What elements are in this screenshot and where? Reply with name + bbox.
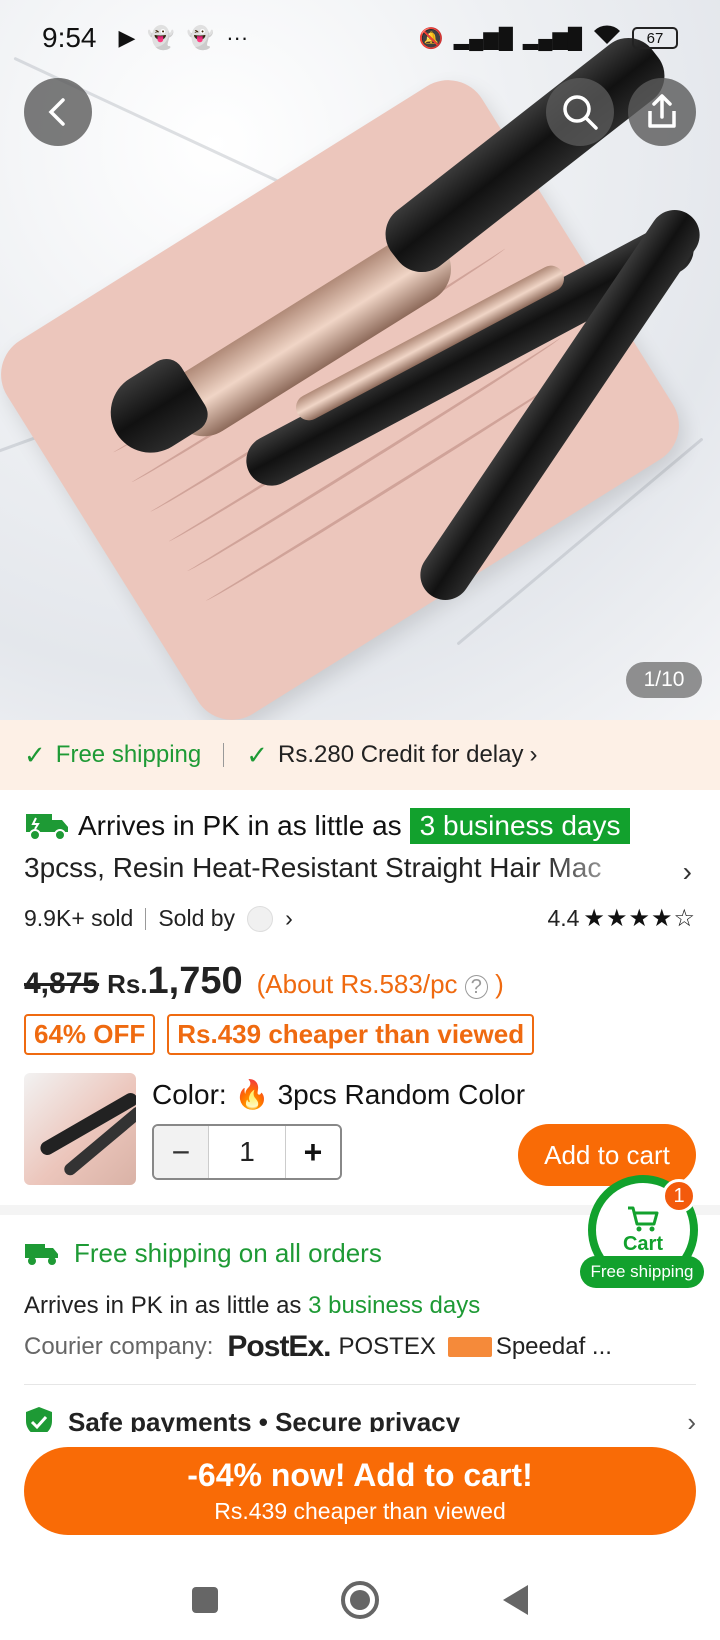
discount-tag: 64% OFF — [24, 1014, 156, 1055]
decrease-button[interactable]: − — [154, 1126, 208, 1178]
currency: Rs. — [107, 969, 148, 999]
cta-sub-label: Rs.439 cheaper than viewed — [214, 1498, 506, 1524]
postex-logo: PostEx. — [227, 1330, 331, 1363]
recents-icon[interactable] — [190, 1585, 220, 1615]
mute-icon: 🔕 — [418, 27, 444, 50]
sales-rating-row: 9.9K+ sold Sold by › 4.4 ★★★★☆ — [24, 904, 696, 933]
snapchat-icon: 👻 — [147, 25, 175, 50]
search-button[interactable] — [546, 78, 614, 146]
chevron-right-icon[interactable]: › — [683, 856, 692, 888]
courier-label: Courier company: — [24, 1333, 214, 1360]
rating[interactable]: 4.4 ★★★★☆ — [547, 904, 696, 933]
home-icon[interactable] — [340, 1580, 380, 1620]
seller-logo[interactable] — [247, 905, 274, 932]
more-icon: ··· — [226, 25, 249, 50]
shipping-days: 3 business days — [308, 1292, 481, 1319]
cheaper-tag: Rs.439 cheaper than viewed — [167, 1014, 535, 1055]
shipping-title-row: Free shipping on all orders — [24, 1238, 382, 1269]
arrive-days-highlight: 3 business days — [409, 808, 631, 844]
delivery-truck-icon — [25, 1243, 58, 1265]
add-to-cart-button[interactable]: Add to cart — [518, 1124, 696, 1186]
signal-icon: ▂▄▆█ — [453, 27, 513, 50]
wifi-icon — [592, 24, 622, 52]
back-nav-icon[interactable] — [500, 1583, 530, 1617]
share-button[interactable] — [628, 78, 696, 146]
snapchat-icon-2: 👻 — [186, 25, 215, 50]
signal-icon-2: ▂▄▆█ — [522, 27, 582, 50]
speedaf-logo — [447, 1337, 492, 1357]
courier-speedaf: Speedaf ... — [495, 1333, 612, 1360]
quantity-stepper: − 1 + — [152, 1124, 342, 1180]
share-icon — [648, 94, 676, 128]
color-selector[interactable]: Color: 🔥 3pcs Random Color — [152, 1078, 525, 1111]
rating-value: 4.4 — [547, 905, 580, 931]
arrive-text: Arrives in PK in as little as — [78, 810, 402, 841]
status-time: 9:54 — [42, 22, 97, 53]
courier-row: Courier company: PostEx. POSTEX Speedaf … — [24, 1330, 612, 1364]
price-row: 4,875 Rs. 1,750 (About Rs.583/pc ? ) — [24, 960, 504, 1003]
back-button[interactable] — [24, 78, 92, 146]
increase-button[interactable]: + — [286, 1126, 340, 1178]
star-icons: ★★★★☆ — [583, 905, 696, 932]
unit-price: (About Rs.583/pc ? ) — [256, 969, 504, 999]
sale-price: 1,750 — [147, 960, 243, 1002]
search-icon — [563, 95, 598, 130]
shipping-title: Free shipping on all orders — [74, 1238, 382, 1268]
sold-by-label: Sold by — [158, 905, 236, 931]
arrival-info: Arrives in PK in as little as 3 business… — [24, 808, 631, 844]
cart-label: Cart — [622, 1232, 663, 1255]
shipping-arrival: Arrives in PK in as little as 3 business… — [24, 1292, 481, 1319]
play-icon: ▶ — [118, 25, 136, 50]
credit-label: Rs.280 Credit for delay — [278, 741, 524, 768]
cart-icon — [628, 1206, 659, 1231]
cart-free-shipping-pill: Free shipping — [580, 1256, 704, 1288]
cta-add-to-cart-button[interactable]: -64% now! Add to cart! Rs.439 cheaper th… — [24, 1447, 696, 1535]
battery-icon: 67 — [632, 27, 678, 49]
cta-main-label: -64% now! Add to cart! — [187, 1457, 533, 1493]
quantity-value[interactable]: 1 — [208, 1126, 286, 1178]
chevron-right-icon: › — [529, 741, 538, 768]
color-label: Color: — [152, 1078, 227, 1110]
chevron-right-icon[interactable]: › — [285, 905, 293, 932]
check-icon: ✓ — [24, 739, 46, 770]
variant-thumbnail[interactable] — [24, 1073, 136, 1185]
chevron-left-icon — [48, 98, 65, 126]
status-bar: 9:54 ▶ 👻 👻 ··· 🔕 ▂▄▆█ ▂▄▆█ 67 — [0, 0, 720, 76]
shipping-banner[interactable]: ✓ Free shipping ✓ Rs.280 Credit for dela… — [0, 720, 720, 790]
color-value: 3pcs Random Color — [277, 1078, 526, 1110]
info-icon[interactable]: ? — [464, 975, 488, 999]
flame-icon: 🔥 — [234, 1079, 270, 1110]
cart-count-badge: 1 — [662, 1179, 696, 1213]
original-price: 4,875 — [24, 967, 100, 1000]
system-nav-bar — [0, 1560, 720, 1640]
check-icon-2: ✓ — [246, 739, 269, 770]
sold-count: 9.9K+ sold — [24, 905, 134, 931]
courier-postex: POSTEX — [338, 1333, 436, 1360]
image-counter: 1/10 — [626, 662, 702, 698]
discount-tags: 64% OFF Rs.439 cheaper than viewed — [24, 1014, 535, 1055]
delivery-truck-icon — [26, 814, 68, 841]
free-shipping-label: Free shipping — [55, 741, 202, 768]
